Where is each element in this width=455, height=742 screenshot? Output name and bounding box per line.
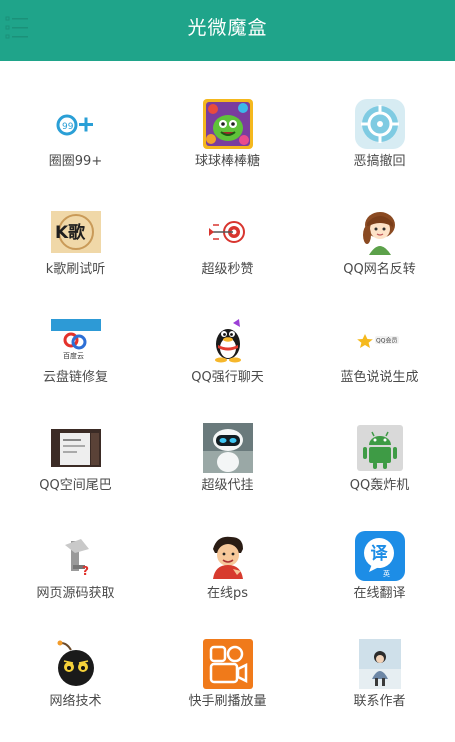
target-icon <box>354 99 405 149</box>
svg-text:英: 英 <box>383 569 390 578</box>
dartboard-icon <box>203 207 253 257</box>
app-title: 光微魔盒 <box>187 17 268 39</box>
tool-label: 在线ps <box>206 586 249 601</box>
tool-item-prank-recall[interactable]: 恶搞撤回 <box>304 61 455 169</box>
karaoke-icon: K歌 <box>50 207 101 257</box>
tool-item-qq-bomber[interactable]: QQ轰炸机 <box>304 385 455 493</box>
translate-icon: 译 英 <box>354 531 405 581</box>
qq-penguin-icon <box>203 315 253 365</box>
tool-item-super-hosting[interactable]: 超级代挂 <box>152 385 303 493</box>
ball-game-icon <box>202 99 253 149</box>
android-icon <box>355 423 405 473</box>
tool-label: QQ强行聊天 <box>191 370 264 385</box>
header-action-button[interactable] <box>401 10 447 24</box>
tool-item-qzone-tail[interactable]: QQ空间尾巴 <box>0 385 151 493</box>
tool-label: 网页源码获取 <box>36 586 115 601</box>
tool-item-qq-force-chat[interactable]: QQ强行聊天 <box>152 277 303 385</box>
girl-avatar-icon <box>355 207 405 257</box>
tool-label: 超级秒赞 <box>201 262 254 277</box>
video-camera-icon <box>202 639 253 689</box>
tool-item-online-translate[interactable]: 译 英 在线翻译 <box>304 493 455 601</box>
tool-item-circle99[interactable]: 99 圈圈99+ <box>0 61 151 169</box>
tool-label: 蓝色说说生成 <box>340 370 419 385</box>
tool-label: 在线翻译 <box>353 586 406 601</box>
tool-item-super-like[interactable]: 超级秒赞 <box>152 169 303 277</box>
svg-text:K歌: K歌 <box>55 222 86 243</box>
tool-item-page-source[interactable]: ? 网页源码获取 <box>0 493 151 601</box>
svg-text:译: 译 <box>370 544 388 564</box>
svg-text:?: ? <box>82 564 89 578</box>
cartoon-boy-icon <box>203 531 253 581</box>
tool-label: QQ网名反转 <box>343 262 416 277</box>
tool-item-kuaishou-views[interactable]: 快手刷播放量 <box>152 601 303 709</box>
tool-label: 恶搞撤回 <box>353 154 406 169</box>
cloud-disk-icon: 百度云 <box>50 315 101 365</box>
tool-label: 云盘链修复 <box>42 370 108 385</box>
svg-text:99: 99 <box>62 122 74 132</box>
tool-label: 联系作者 <box>353 694 406 709</box>
tool-label: 网络技术 <box>49 694 102 709</box>
tool-item-network-tech[interactable]: 网络技术 <box>0 601 151 709</box>
phone-photo-icon <box>50 423 101 473</box>
tool-label: 圈圈99+ <box>48 154 103 169</box>
portrait-photo-icon <box>355 639 405 689</box>
tool-item-contact-author[interactable]: 联系作者 <box>304 601 455 709</box>
circle-99-icon: 99 <box>51 99 101 149</box>
web-source-icon: ? <box>51 531 101 581</box>
svg-text:百度云: 百度云 <box>63 351 84 360</box>
tool-label: 超级代挂 <box>201 478 254 493</box>
tool-label: 快手刷播放量 <box>188 694 267 709</box>
bomb-icon <box>51 639 101 689</box>
star-badge-icon: QQ会员 <box>355 315 405 365</box>
app-header: 光微魔盒 <box>0 0 455 61</box>
tool-item-cloud-link[interactable]: 百度云 云盘链修复 <box>0 277 151 385</box>
robot-icon <box>202 423 253 473</box>
tool-item-ball-candy[interactable]: 球球棒棒糖 <box>152 61 303 169</box>
tool-label: QQ轰炸机 <box>349 478 410 493</box>
tool-label: k歌刷试听 <box>45 262 106 277</box>
tool-item-qq-name-reverse[interactable]: QQ网名反转 <box>304 169 455 277</box>
tool-item-online-ps[interactable]: 在线ps <box>152 493 303 601</box>
svg-text:QQ会员: QQ会员 <box>376 337 397 345</box>
tool-label: 球球棒棒糖 <box>194 154 260 169</box>
tool-item-karaoke[interactable]: K歌 k歌刷试听 <box>0 169 151 277</box>
tool-label: QQ空间尾巴 <box>39 478 112 493</box>
tool-grid: 99 圈圈99+ 球球棒棒糖 恶搞撤回 K歌 k歌刷试听 超级秒赞 QQ网名反转… <box>0 61 455 742</box>
tool-item-blue-post[interactable]: QQ会员 蓝色说说生成 <box>304 277 455 385</box>
